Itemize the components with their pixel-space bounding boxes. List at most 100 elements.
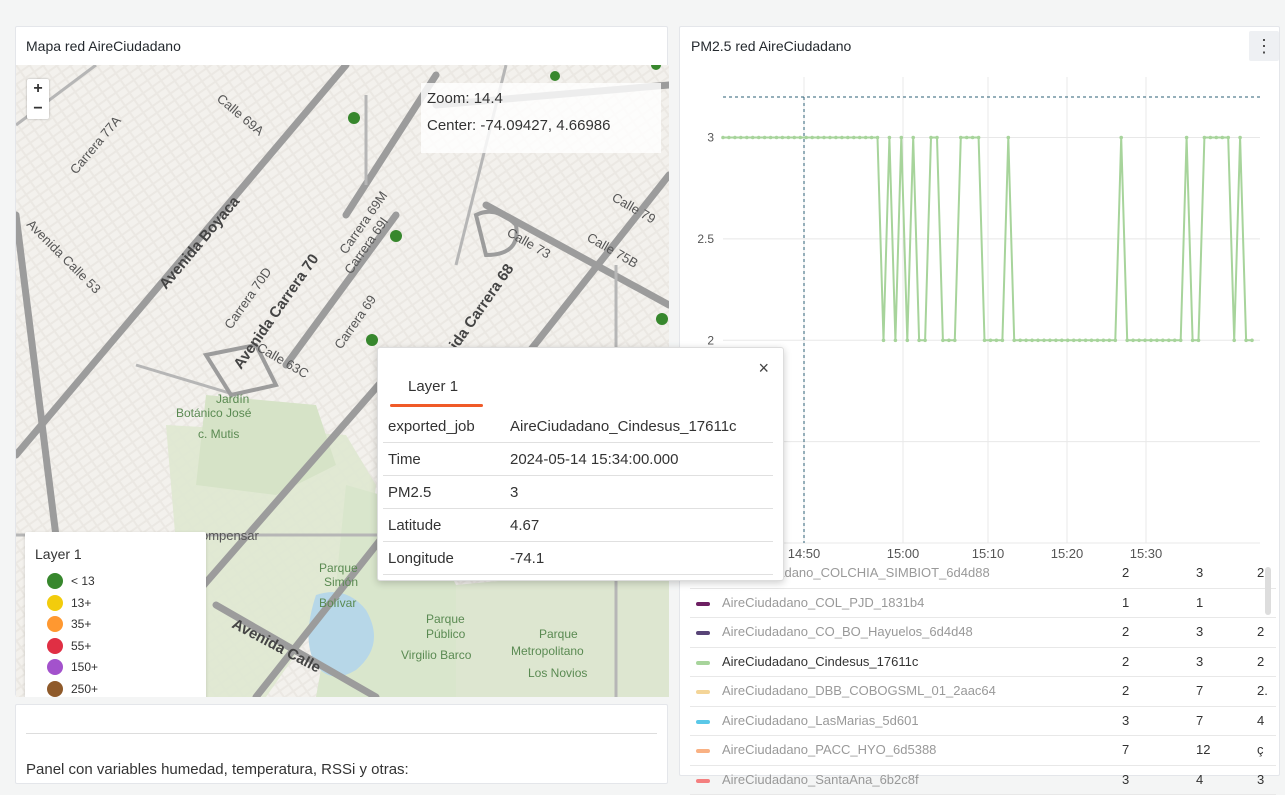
data-point [1119, 136, 1123, 140]
legend-item: 55+ [47, 636, 91, 656]
data-point [733, 136, 737, 140]
data-point [1054, 339, 1058, 343]
data-point [1001, 339, 1005, 343]
map-view-info: Zoom: 14.4 Center: -74.09427, 4.66986 [421, 83, 661, 153]
series-stat-c3: 3 [1257, 772, 1264, 787]
map-label: Bolívar [319, 596, 356, 610]
series-legend-row[interactable]: AireCiudadano_DBB_COBOGSML_01_2aac64272. [690, 677, 1276, 707]
series-stat-c2: 3 [1196, 565, 1203, 580]
series-legend-row[interactable]: AireCiudadano_SantaAna_6b2c8f343 [690, 766, 1276, 795]
data-point [858, 136, 862, 140]
center-value: -74.09427, 4.66986 [480, 117, 610, 134]
divider [26, 733, 657, 734]
popup-row: Latitude4.67 [383, 509, 773, 542]
center-label: Center: [427, 117, 476, 134]
data-point [852, 136, 856, 140]
sensor-marker [550, 71, 560, 81]
map-label: Parque [426, 612, 465, 626]
popup-key: PM2.5 [383, 476, 505, 509]
data-point [995, 339, 999, 343]
series-name: AireCiudadano_CO_BO_Hayuelos_6d4d48 [722, 624, 973, 639]
series-color-swatch [696, 631, 710, 635]
map-legend: Layer 1 < 1313+35+55+150+250+ [25, 532, 206, 697]
data-point [1191, 339, 1195, 343]
legend-item: 35+ [47, 614, 91, 634]
popup-key: Time [383, 443, 505, 476]
data-point [959, 136, 963, 140]
legend-dot-icon [47, 616, 63, 632]
data-point [1221, 136, 1225, 140]
series-legend-row[interactable]: AireCiudadano_LasMarias_5d601374 [690, 707, 1276, 737]
popup-value: AireCiudadano_Cindesus_17611c [505, 410, 773, 443]
data-point [816, 136, 820, 140]
data-point [929, 136, 933, 140]
data-point [1155, 339, 1159, 343]
text-panel: Panel con variables humedad, temperatura… [15, 704, 668, 784]
popup-tab-layer[interactable]: Layer 1 [408, 378, 458, 395]
data-point [757, 136, 761, 140]
data-point [1238, 136, 1242, 140]
series-stat-c1: 2 [1122, 683, 1129, 698]
series-legend-row[interactable]: AireCiudadano_Cindesus_17611c232 [690, 648, 1276, 678]
map-label: Jardín [216, 392, 249, 406]
data-point [983, 339, 987, 343]
data-point [900, 136, 904, 140]
popup-row: PM2.53 [383, 476, 773, 509]
series-stat-c2: 12 [1196, 742, 1210, 757]
data-point [1060, 339, 1064, 343]
data-point [1078, 339, 1082, 343]
legend-label: 250+ [71, 682, 98, 696]
data-point [1250, 339, 1254, 343]
series-stat-c1: 2 [1122, 654, 1129, 669]
legend-dot-icon [47, 595, 63, 611]
data-point [769, 136, 773, 140]
data-point [1042, 339, 1046, 343]
sensor-marker [656, 313, 668, 325]
data-point [882, 339, 886, 343]
data-point [953, 339, 957, 343]
series-color-swatch [696, 749, 710, 753]
series-name: AireCiudadano_Cindesus_17611c [722, 654, 918, 669]
zoom-out-button[interactable]: − [27, 99, 49, 119]
popup-value: 2024-05-14 15:34:00.000 [505, 443, 773, 476]
close-icon[interactable]: × [758, 358, 769, 379]
data-point [1108, 339, 1112, 343]
series-color-swatch [696, 661, 710, 665]
series-color-swatch [696, 602, 710, 606]
legend-dot-icon [47, 573, 63, 589]
data-point [1232, 339, 1236, 343]
series-stat-c3: 2. [1257, 683, 1268, 698]
popup-value: 4.67 [505, 509, 773, 542]
y-tick-label: 2 [707, 333, 714, 347]
legend-dot-icon [47, 638, 63, 654]
popup-table: exported_jobAireCiudadano_Cindesus_17611… [383, 410, 773, 575]
legend-scrollbar[interactable] [1265, 567, 1271, 615]
data-point [1137, 339, 1141, 343]
map-legend-title: Layer 1 [35, 546, 82, 562]
data-point [864, 136, 868, 140]
series-legend-row[interactable]: AireCiudadano_CO_BO_Hayuelos_6d4d48232 [690, 618, 1276, 648]
data-point [1036, 339, 1040, 343]
data-point [989, 339, 993, 343]
series-name: AireCiudadano_LasMarias_5d601 [722, 713, 919, 728]
zoom-in-button[interactable]: + [27, 79, 49, 99]
sensor-marker [348, 112, 360, 124]
series-stat-c3: 2 [1257, 624, 1264, 639]
x-tick-label: 15:00 [887, 546, 920, 559]
series-name: AireCiudadano_COL_PJD_1831b4 [722, 595, 924, 610]
data-point [965, 136, 969, 140]
series-stat-c1: 2 [1122, 565, 1129, 580]
data-point [1012, 339, 1016, 343]
data-point [935, 136, 939, 140]
data-point [846, 136, 850, 140]
legend-label: 13+ [71, 596, 91, 610]
data-point [1179, 339, 1183, 343]
y-tick-label: 3 [707, 131, 714, 145]
data-point [1102, 339, 1106, 343]
series-name: dadano_COLCHIA_SIMBIOT_6d4d88 [770, 565, 990, 580]
series-legend-row[interactable]: AireCiudadano_PACC_HYO_6d5388712ç [690, 736, 1276, 766]
series-legend-row[interactable]: AireCiudadano_COL_PJD_1831b411 [690, 589, 1276, 619]
map-label: Parque [319, 561, 358, 575]
data-point [1215, 136, 1219, 140]
map-label: Simón [324, 575, 358, 589]
